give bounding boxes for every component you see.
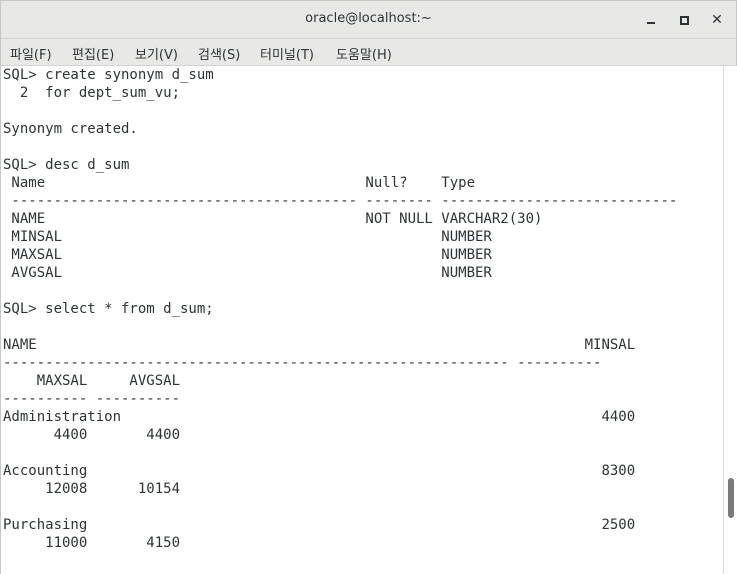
terminal-line: SQL> create synonym d_sum — [3, 67, 214, 83]
maximize-button[interactable] — [674, 10, 694, 30]
close-button[interactable]: ✕ — [707, 10, 727, 30]
terminal-line: NAME NOT NULL VARCHAR2(30) — [3, 211, 543, 227]
terminal-line: MAXSAL NUMBER — [3, 247, 492, 263]
terminal-line: NAME MINSAL — [3, 337, 636, 353]
terminal-line: SQL> desc d_sum — [3, 157, 130, 173]
terminal-line: 2 for dept_sum_vu; — [3, 85, 181, 101]
terminal-line: 4400 4400 — [3, 427, 181, 443]
terminal-line: Purchasing 2500 — [3, 517, 636, 533]
terminal-window: oracle@localhost:~ ✕ 파일(F) 편집(E) 보기(V) 검… — [0, 0, 737, 574]
minimize-button[interactable] — [641, 10, 661, 30]
terminal-line: 12008 10154 — [3, 481, 181, 497]
menu-help[interactable]: 도움말(H) — [336, 44, 392, 63]
maximize-icon — [679, 15, 689, 25]
window-title: oracle@localhost:~ — [305, 11, 432, 26]
terminal-line: ---------- ---------- — [3, 391, 181, 407]
vertical-scrollbar[interactable] — [723, 66, 737, 574]
scrollbar-thumb[interactable] — [728, 478, 734, 518]
menu-bar: 파일(F) 편집(E) 보기(V) 검색(S) 터미널(T) 도움말(H) — [1, 39, 736, 66]
terminal-line: Synonym created. — [3, 121, 138, 137]
terminal-line: Name Null? Type — [3, 175, 476, 191]
terminal-line: SQL> select * from d_sum; — [3, 301, 214, 317]
terminal-line: ----------------------------------------… — [3, 193, 678, 209]
terminal-line: Administration 4400 — [3, 409, 636, 425]
menu-view[interactable]: 보기(V) — [135, 44, 178, 63]
close-icon: ✕ — [711, 12, 723, 28]
terminal-output[interactable]: SQL> create synonym d_sum 2 for dept_sum… — [1, 66, 723, 574]
terminal-line: MINSAL NUMBER — [3, 229, 492, 245]
terminal-line: Accounting 8300 — [3, 463, 636, 479]
minimize-icon — [647, 22, 655, 24]
menu-edit[interactable]: 편집(E) — [72, 44, 114, 63]
title-bar[interactable]: oracle@localhost:~ ✕ — [1, 1, 736, 39]
menu-file[interactable]: 파일(F) — [10, 44, 52, 63]
menu-search[interactable]: 검색(S) — [198, 44, 240, 63]
terminal-line: MAXSAL AVGSAL — [3, 373, 181, 389]
menu-terminal[interactable]: 터미널(T) — [260, 44, 314, 63]
terminal-line: 11000 4150 — [3, 535, 181, 551]
terminal-line: ----------------------------------------… — [3, 355, 602, 371]
terminal-line: AVGSAL NUMBER — [3, 265, 492, 281]
